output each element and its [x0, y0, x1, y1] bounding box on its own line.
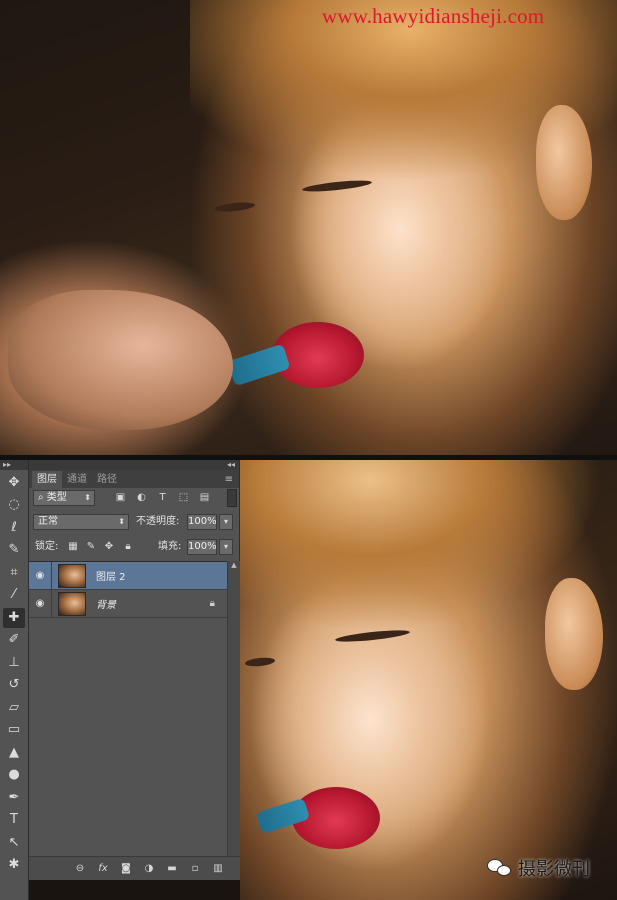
retouch-after-photo [240, 460, 617, 900]
eye-icon[interactable]: ◉ [29, 570, 51, 581]
wechat-account-name: 摄影微刊 [518, 859, 590, 880]
layer-row-separator [51, 590, 52, 617]
layer-thumbnail [58, 563, 86, 588]
layer-name[interactable]: 背景 [96, 596, 116, 611]
eye-icon[interactable]: ◉ [29, 598, 51, 609]
lock-label: 锁定: [35, 541, 59, 552]
type-filter-icon[interactable]: T [156, 491, 169, 504]
brush-tool-icon[interactable]: ✐ [3, 630, 25, 650]
pen-tool-icon[interactable]: ✒ [3, 788, 25, 808]
right-eye [214, 200, 256, 214]
adjustment-layer-icon[interactable]: ◑ [141, 861, 157, 877]
eraser-tool-icon[interactable]: ▱ [3, 698, 25, 718]
opacity-field[interactable]: 100% [187, 514, 217, 530]
right-eye [244, 656, 276, 668]
smart-object-filter-icon[interactable]: ▤ [198, 491, 211, 504]
fill-dropdown-arrow[interactable]: ▾ [219, 539, 233, 555]
panel-tabs: 图层 通道 路径 ≡ [29, 470, 239, 488]
layer-row[interactable]: ◉ 背景 🔒︎ [29, 590, 227, 618]
lock-transparency-icon[interactable]: ▦ [67, 541, 79, 553]
wechat-badge: 摄影微刊 [487, 855, 590, 881]
search-icon: ⌕ [38, 492, 44, 503]
watermark-url: www.hawyidiansheji.com [322, 4, 545, 28]
collar [227, 343, 291, 387]
layer-thumbnail [58, 591, 86, 616]
eyedropper-tool-icon[interactable]: ⁄ [3, 585, 25, 605]
tab-layers[interactable]: 图层 [32, 471, 62, 488]
shape-filter-icon[interactable]: ⬚ [177, 491, 190, 504]
tab-channels[interactable]: 通道 [62, 471, 92, 488]
blur-tool-icon[interactable]: ▲ [3, 743, 25, 763]
fill-label: 填充: [158, 541, 182, 552]
layer-filter-value: 类型 [46, 492, 67, 503]
retouch-before-photo: www.hawyidiansheji.com [0, 0, 617, 455]
opacity-dropdown-arrow[interactable]: ▾ [219, 514, 233, 530]
healing-brush-tool-icon[interactable]: ✚ [3, 607, 25, 628]
ear [545, 578, 603, 690]
chevron-down-icon: ⬍ [84, 493, 91, 502]
shape-tool-icon[interactable]: ✱ [3, 855, 25, 875]
adjustment-filter-icon[interactable]: ◐ [135, 491, 148, 504]
lock-pixels-icon[interactable]: ✎ [85, 541, 97, 553]
blend-mode-value: 正常 [38, 516, 58, 527]
crop-tool-icon[interactable]: ⌗ [3, 563, 25, 583]
move-tool-icon[interactable]: ✥ [3, 473, 25, 493]
opacity-label: 不透明度: [136, 516, 180, 527]
gradient-tool-icon[interactable]: ▭ [3, 720, 25, 740]
lock-icon: 🔒︎ [209, 598, 215, 609]
filter-toggle[interactable] [227, 489, 237, 507]
panel-collapse-strip[interactable]: ◂◂ [29, 460, 239, 470]
layer-row-separator [51, 562, 52, 589]
scroll-up-icon[interactable]: ▲ [228, 561, 240, 570]
left-eye [334, 628, 411, 644]
layer-row[interactable]: ◉ 图层 2 [29, 562, 227, 590]
layers-bottom-bar: ⊖ fx ◙ ◑ ▬ ▫ ▥ [29, 856, 240, 880]
dodge-tool-icon[interactable]: ● [3, 765, 25, 785]
marquee-tool-icon[interactable]: ◌ [3, 495, 25, 515]
add-mask-icon[interactable]: ◙ [118, 861, 134, 877]
blend-mode-select[interactable]: 正常 ⬍ [33, 514, 129, 530]
new-group-icon[interactable]: ▬ [164, 861, 180, 877]
lock-all-icon[interactable]: 🔒︎ [122, 541, 134, 553]
hand [8, 290, 233, 430]
tools-bar: ▸▸ ✥ ◌ ℓ ✎ ⌗ ⁄ ✚ ✐ ⊥ ↺ ▱ ▭ ▲ ● ✒ T ↖ ✱ [0, 460, 29, 900]
link-layers-icon[interactable]: ⊖ [72, 861, 88, 877]
layer-name[interactable]: 图层 2 [96, 568, 126, 583]
pixel-filter-icon[interactable]: ▣ [114, 491, 127, 504]
quick-select-tool-icon[interactable]: ✎ [3, 540, 25, 560]
fill-field[interactable]: 100% [187, 539, 217, 555]
panel-menu-icon[interactable]: ≡ [225, 474, 239, 488]
ear [536, 105, 592, 220]
chevron-down-icon: ⬍ [118, 517, 125, 526]
layers-scrollbar[interactable]: ▲ [227, 561, 240, 861]
clone-stamp-tool-icon[interactable]: ⊥ [3, 653, 25, 673]
layer-style-icon[interactable]: fx [95, 861, 111, 877]
lock-position-icon[interactable]: ✥ [103, 541, 115, 553]
wechat-icon [487, 857, 513, 879]
type-tool-icon[interactable]: T [3, 810, 25, 830]
layers-panel: ◂◂ 图层 通道 路径 ≡ ⌕ 类型 ⬍ ▣ ◐ T ⬚ ▤ 正常 ⬍ 不透明度… [29, 460, 240, 880]
layers-list: ◉ 图层 2 ◉ 背景 🔒︎ [29, 561, 227, 862]
left-eye [301, 178, 373, 194]
lasso-tool-icon[interactable]: ℓ [3, 518, 25, 538]
tools-collapse-strip[interactable]: ▸▸ [0, 460, 28, 470]
new-layer-icon[interactable]: ▫ [187, 861, 203, 877]
trash-icon[interactable]: ▥ [210, 861, 226, 877]
path-select-tool-icon[interactable]: ↖ [3, 833, 25, 853]
history-brush-tool-icon[interactable]: ↺ [3, 675, 25, 695]
layer-filter-select[interactable]: ⌕ 类型 ⬍ [33, 490, 95, 506]
tab-paths[interactable]: 路径 [92, 471, 122, 488]
